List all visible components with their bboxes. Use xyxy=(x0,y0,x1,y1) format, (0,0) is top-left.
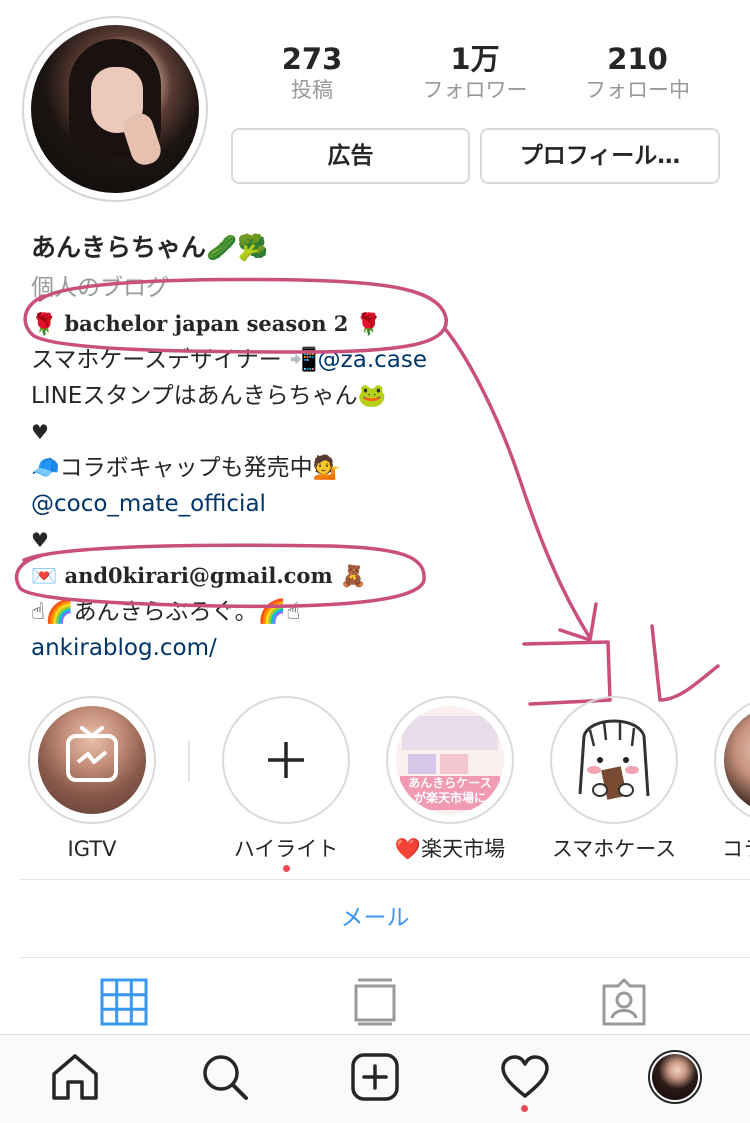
rakuten-thumb-text: あんきらケース が楽天市場に xyxy=(400,776,500,810)
search-icon[interactable] xyxy=(200,1052,250,1102)
mail-button[interactable]: メール xyxy=(0,900,750,936)
annotation-overlay xyxy=(14,277,720,706)
highlight-label: ❤️楽天市場 xyxy=(394,837,506,861)
feed-icon[interactable] xyxy=(352,978,398,1026)
highlight-igtv[interactable]: IGTV xyxy=(28,696,156,864)
highlight-phone-case[interactable]: スマホケース xyxy=(550,696,678,864)
highlight-partial[interactable]: コラ xyxy=(714,696,750,876)
plus-icon xyxy=(268,742,304,778)
highlight-divider xyxy=(188,740,190,782)
section-divider xyxy=(20,957,750,958)
phone-case-ring xyxy=(550,696,678,824)
add-icon[interactable] xyxy=(350,1052,400,1102)
new-highlight-ring xyxy=(222,696,350,824)
rakuten-ring: あんきらケース が楽天市場に xyxy=(386,696,514,824)
heart-icon[interactable] xyxy=(500,1054,550,1100)
highlight-label: コラ xyxy=(722,837,750,861)
grid-icon[interactable] xyxy=(100,978,148,1026)
highlight-new[interactable]: ハイライト xyxy=(222,696,350,864)
character-illustration xyxy=(578,719,650,800)
highlight-new-dot xyxy=(283,865,290,872)
highlight-label: IGTV xyxy=(67,837,117,861)
highlight-rakuten[interactable]: あんきらケース が楽天市場に ❤️楽天市場 xyxy=(386,696,514,864)
highlight-label: スマホケース xyxy=(551,837,677,861)
igtv-ring xyxy=(28,696,156,824)
section-divider xyxy=(20,879,750,880)
profile-avatar[interactable] xyxy=(648,1050,702,1104)
highlight-label: ハイライト xyxy=(233,837,339,861)
home-icon[interactable] xyxy=(50,1052,100,1102)
tagged-icon[interactable] xyxy=(600,978,648,1026)
notification-dot xyxy=(521,1105,528,1112)
igtv-icon xyxy=(66,726,118,782)
